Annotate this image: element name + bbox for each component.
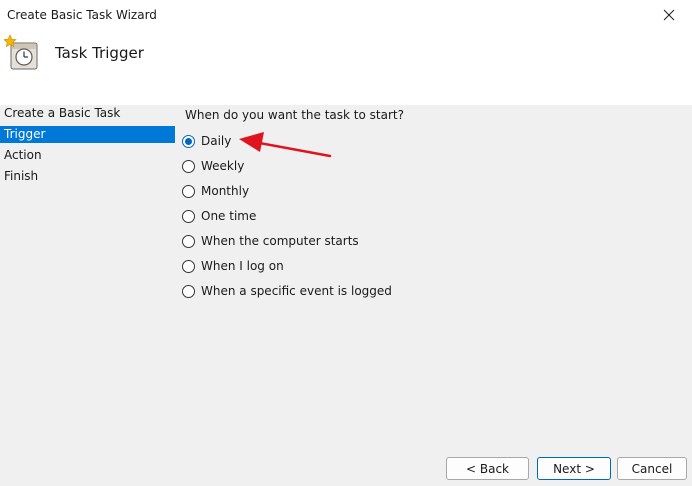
wizard-steps-sidebar: Create a Basic Task Trigger Action Finis… <box>0 105 175 189</box>
specific-event-radio[interactable] <box>182 285 195 298</box>
sidebar-item-trigger[interactable]: Trigger <box>0 126 175 143</box>
sidebar-item-finish[interactable]: Finish <box>0 168 175 185</box>
weekly-radio[interactable] <box>182 160 195 173</box>
page-title: Task Trigger <box>55 44 144 62</box>
cancel-button[interactable]: Cancel <box>617 457 687 480</box>
daily-radio[interactable] <box>182 135 195 148</box>
option-label: When the computer starts <box>201 234 359 248</box>
computer-starts-radio[interactable] <box>182 235 195 248</box>
back-button[interactable]: < Back <box>446 457 529 480</box>
annotation-arrow-icon <box>239 132 332 158</box>
create-basic-task-wizard-window: Create Basic Task Wizard Task Trigger Cr… <box>0 0 692 486</box>
option-label: Daily <box>201 134 232 148</box>
sidebar-item-action[interactable]: Action <box>0 147 175 164</box>
wizard-header: Task Trigger <box>0 30 692 105</box>
option-label: When a specific event is logged <box>201 284 392 298</box>
title-bar: Create Basic Task Wizard <box>0 0 692 30</box>
task-scheduler-icon <box>4 34 38 70</box>
option-label: When I log on <box>201 259 284 273</box>
option-label: Monthly <box>201 184 250 198</box>
log-on-radio[interactable] <box>182 260 195 273</box>
trigger-question: When do you want the task to start? <box>185 108 404 122</box>
close-icon <box>663 9 675 21</box>
monthly-radio[interactable] <box>182 185 195 198</box>
close-button[interactable] <box>646 0 692 30</box>
window-title: Create Basic Task Wizard <box>7 8 157 22</box>
one-time-radio[interactable] <box>182 210 195 223</box>
sidebar-item-create-a-basic-task[interactable]: Create a Basic Task <box>0 105 175 122</box>
next-button[interactable]: Next > <box>537 457 611 480</box>
option-label: One time <box>201 209 257 223</box>
